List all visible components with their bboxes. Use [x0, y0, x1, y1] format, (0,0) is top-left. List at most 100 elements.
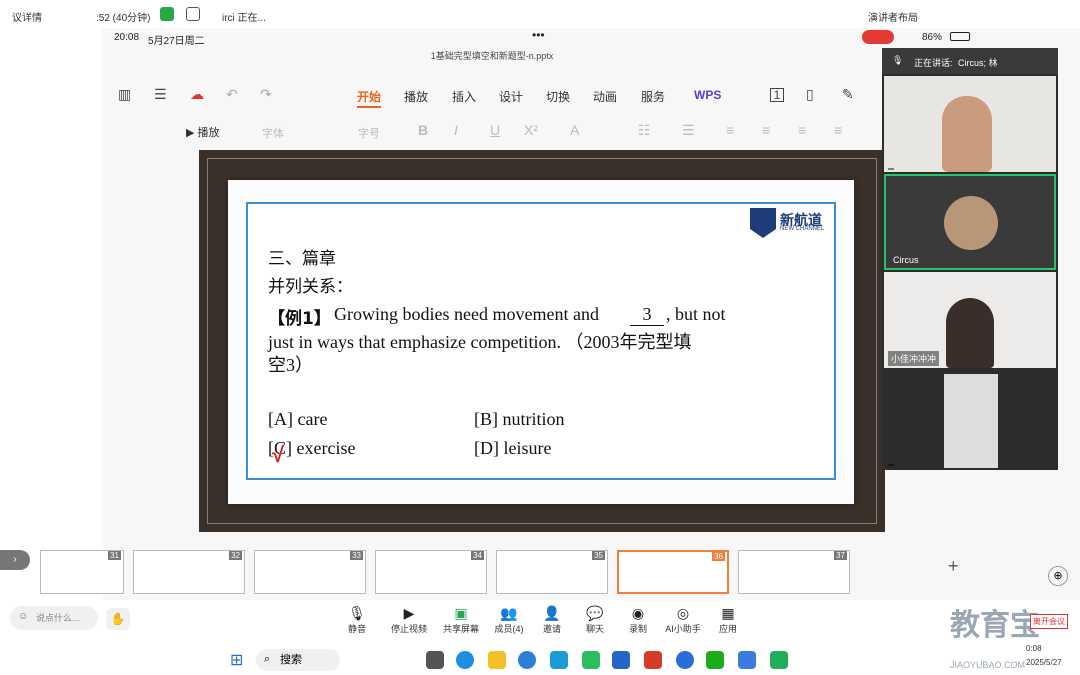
meeting-info[interactable]: 议详情 — [12, 9, 42, 24]
ai-assistant-icon: ◎ — [676, 605, 690, 621]
slide-number-icon[interactable]: 1 — [770, 88, 784, 102]
undo-icon[interactable]: ↶ — [226, 86, 238, 103]
answer-blank: 3 — [630, 304, 664, 326]
underline-icon[interactable]: U — [490, 122, 500, 138]
wps-ribbon: 1基础完型填空和新题型-n.pptx ▥ ☰ ☁ ↶ ↷ 开始 播放 插入 设计… — [102, 46, 882, 161]
justify-icon[interactable]: ≡ — [834, 122, 842, 138]
redo-icon[interactable]: ↷ — [260, 86, 272, 103]
chat-button[interactable]: 💬 聊天 — [572, 604, 618, 635]
tab-home[interactable]: 开始 — [357, 88, 381, 105]
pen-icon[interactable]: ✎ — [842, 86, 854, 103]
wps-icon[interactable] — [644, 651, 662, 669]
speaking-name: Circus; 林 — [958, 58, 998, 68]
participant-name: 小佳冲冲冲 — [888, 351, 940, 366]
watermark-url: JIAOYUBAO.COM — [950, 660, 1026, 670]
app-icon[interactable] — [770, 651, 788, 669]
align-center-icon[interactable]: ≡ — [762, 122, 770, 138]
participant-tile[interactable] — [884, 370, 1056, 468]
app-icon[interactable] — [582, 651, 600, 669]
task-view-icon[interactable] — [426, 651, 444, 669]
signal-icon — [160, 7, 174, 21]
record-button[interactable]: ◉ 录制 — [615, 604, 661, 635]
play-button[interactable]: ▶ 播放 — [186, 124, 220, 140]
wechat-icon[interactable] — [706, 651, 724, 669]
question-line-3: 空3） — [268, 355, 313, 375]
members-button[interactable]: 👥 成员(4) — [486, 604, 532, 635]
slide-subheading: 并列关系： — [268, 277, 353, 297]
participant-video — [942, 96, 992, 172]
tab-insert[interactable]: 插入 — [452, 88, 476, 105]
menu-icon[interactable]: ☰ — [154, 86, 167, 103]
slide-canvas: 新航道 NEW CHANNEL 三、篇章 并列关系： 【例1】 Growing … — [199, 150, 885, 532]
edge-icon[interactable] — [456, 651, 474, 669]
recording-indicator — [862, 30, 894, 44]
superscript-icon[interactable]: X² — [524, 122, 538, 138]
raise-hand-icon[interactable]: ✋ — [106, 608, 130, 630]
mic-icon: 🎙 — [892, 55, 904, 65]
tab-service[interactable]: 服务 — [641, 88, 665, 105]
windows-start-icon[interactable]: ⊞ — [230, 650, 243, 670]
mute-button[interactable]: 🎙 静音 — [334, 604, 380, 635]
question-line-1: Growing bodies need movement and — [334, 304, 599, 324]
font-select[interactable]: 字体 — [262, 125, 284, 141]
expand-handle-icon[interactable]: › — [0, 550, 30, 570]
question-line-2: just in ways that emphasize competition.… — [268, 332, 692, 352]
tab-transition[interactable]: 切换 — [546, 88, 570, 105]
align-left-icon[interactable]: ≡ — [726, 122, 734, 138]
file-explorer-icon[interactable] — [488, 651, 506, 669]
question-line-1-end: , but not — [666, 304, 726, 324]
zoom-icon[interactable]: ⊕ — [1048, 566, 1068, 586]
tab-design[interactable]: 设计 — [499, 88, 523, 105]
clock-time: 0:08 — [1026, 644, 1042, 653]
camera-icon: ▶ — [403, 605, 415, 621]
more-dots-icon[interactable]: ••• — [532, 28, 545, 42]
tab-animation[interactable]: 动画 — [593, 88, 617, 105]
wps-ai-tab[interactable]: WPS — [694, 88, 721, 102]
play-label: 播放 — [197, 127, 220, 139]
slide-thumbnail-active[interactable]: 36 — [617, 550, 729, 594]
slide-thumbnail[interactable]: 37 — [738, 550, 850, 594]
meeting-top-bar: 议详情 :52 (40分钟) irci 正在... 演讲者布局 — [0, 0, 1080, 30]
slide[interactable]: 新航道 NEW CHANNEL 三、篇章 并列关系： 【例1】 Growing … — [228, 180, 854, 504]
browser-icon[interactable] — [518, 651, 536, 669]
app-icon[interactable] — [550, 651, 568, 669]
participant-tile[interactable] — [884, 76, 1056, 172]
participant-tile[interactable]: 小佳冲冲冲 — [884, 272, 1056, 368]
bullet-list-icon[interactable]: ☷ — [638, 122, 651, 139]
align-right-icon[interactable]: ≡ — [798, 122, 806, 138]
ai-assistant-button[interactable]: ◎ AI小助手 — [660, 604, 706, 635]
battery-icon — [950, 32, 970, 41]
slide-thumbnail[interactable]: 32 — [133, 550, 245, 594]
participant-tile-active[interactable]: Circus — [884, 174, 1056, 270]
slide-thumbnail[interactable]: 31 — [40, 550, 124, 594]
invite-button[interactable]: 👤 邀请 — [529, 604, 575, 635]
sidebar-toggle-icon[interactable]: ▥ — [118, 86, 131, 103]
slide-thumbnail[interactable]: 33 — [254, 550, 366, 594]
leave-meeting-button[interactable]: 离开会议 — [1030, 614, 1068, 629]
battery-percent: 86% — [922, 32, 943, 43]
meeting-app-icon[interactable] — [738, 651, 756, 669]
cloud-sync-icon[interactable]: ☁ — [190, 86, 204, 103]
apps-icon: ▦ — [721, 605, 735, 621]
example-label: 【例1】 — [268, 309, 331, 329]
participant-panel: 🎙 正在讲话: Circus; 林 Circus 小佳冲冲冲 — [882, 48, 1058, 470]
camera-status-icon — [186, 7, 200, 21]
size-select[interactable]: 字号 — [358, 125, 380, 141]
apps-button[interactable]: ▦ 应用 — [705, 604, 751, 635]
add-slide-icon[interactable]: + — [948, 556, 959, 577]
number-list-icon[interactable]: ☰ — [682, 122, 695, 139]
slide-thumbnail[interactable]: 34 — [375, 550, 487, 594]
presenter-layout-button[interactable]: 演讲者布局 — [868, 9, 918, 24]
slide-content-box: 新航道 NEW CHANNEL 三、篇章 并列关系： 【例1】 Growing … — [246, 202, 836, 480]
reader-icon[interactable]: ▯ — [806, 86, 814, 103]
share-screen-button[interactable]: ▣ 共享屏幕 — [438, 604, 484, 635]
bold-icon[interactable]: B — [418, 122, 428, 138]
tab-play[interactable]: 播放 — [404, 88, 428, 105]
app-icon[interactable] — [612, 651, 630, 669]
stop-video-button[interactable]: ▶ 停止视频 — [386, 604, 432, 635]
app-icon[interactable] — [676, 651, 694, 669]
slide-thumbnail[interactable]: 35 — [496, 550, 608, 594]
italic-icon[interactable]: I — [454, 122, 458, 138]
font-color-icon[interactable]: A — [570, 122, 579, 138]
status-date: 5月27日周二 — [148, 36, 205, 47]
